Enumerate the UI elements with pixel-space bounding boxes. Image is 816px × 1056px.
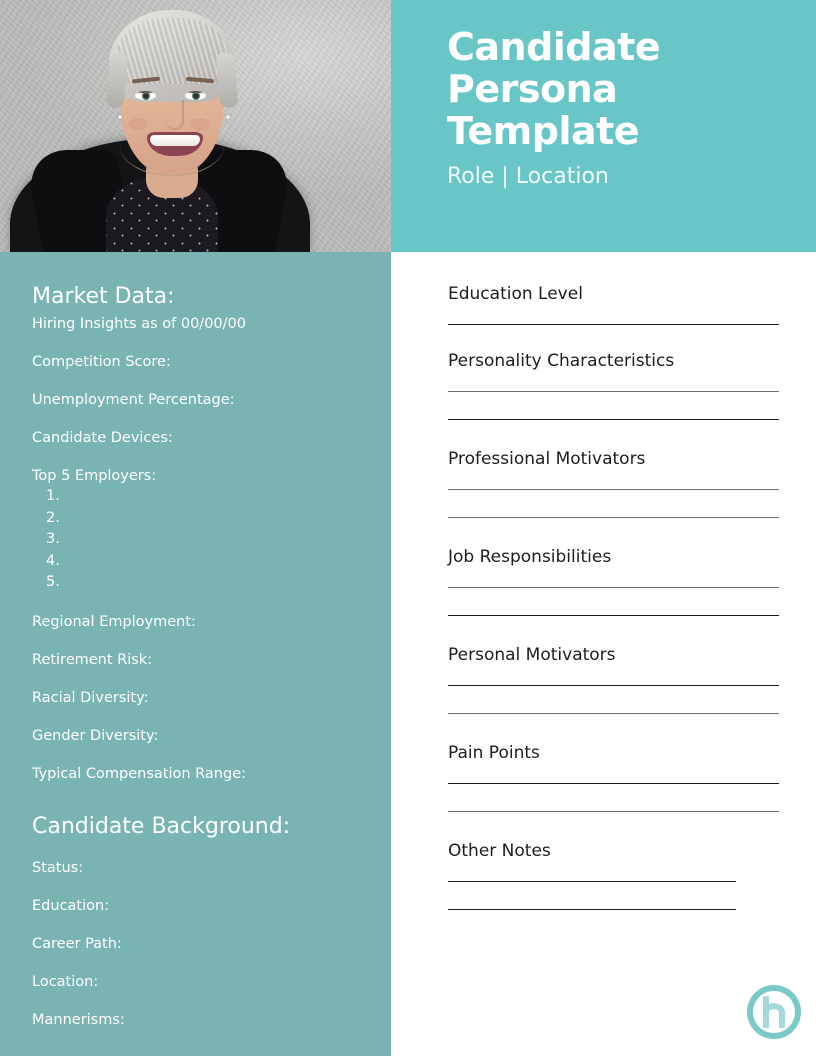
list-item: 2. <box>46 509 60 526</box>
write-in-line[interactable] <box>448 685 779 686</box>
candidate-persona-template-page: Candidate Persona Template Role | Locati… <box>0 0 816 1056</box>
cheek-right <box>190 118 210 130</box>
write-in-line[interactable] <box>448 489 779 490</box>
market-data-heading: Market Data: <box>32 284 175 309</box>
market-data-subtitle: Hiring Insights as of 00/00/00 <box>32 316 246 332</box>
write-in-line[interactable] <box>448 324 779 325</box>
write-in-line[interactable] <box>448 783 779 784</box>
candidate-background-heading: Candidate Background: <box>32 813 291 839</box>
write-in-line[interactable] <box>448 713 779 714</box>
logo-h-circle-icon <box>747 985 801 1039</box>
write-in-line[interactable] <box>448 881 736 882</box>
form-column: Education Level Personality Characterist… <box>391 252 816 1056</box>
field-label: Professional Motivators <box>448 449 646 469</box>
earring-left <box>118 115 122 119</box>
field-status: Status: <box>32 859 84 876</box>
list-item: 3. <box>46 531 60 547</box>
field-candidate-devices: Candidate Devices: <box>32 430 173 446</box>
field-label: Education Level <box>448 284 583 304</box>
field-label: Pain Points <box>448 743 540 763</box>
page-title-line-2: Persona <box>447 67 618 111</box>
write-in-line[interactable] <box>448 615 779 616</box>
field-label: Other Notes <box>448 841 551 861</box>
eye-right <box>185 91 206 100</box>
field-racial-diversity: Racial Diversity: <box>32 689 149 706</box>
write-in-line[interactable] <box>448 419 779 420</box>
field-education: Education: <box>32 897 110 914</box>
write-in-line[interactable] <box>448 517 779 518</box>
write-in-line[interactable] <box>448 909 736 910</box>
list-item: 4. <box>46 552 60 569</box>
field-mannerisms: Mannerisms: <box>32 1011 125 1028</box>
form-field-pain-points: Pain Points <box>448 741 779 812</box>
field-label: Job Responsibilities <box>448 547 612 567</box>
earring-right <box>226 115 230 119</box>
field-regional-employment: Regional Employment: <box>32 613 196 630</box>
page-title-line-1: Candidate <box>447 25 661 69</box>
nose-shape <box>166 100 184 130</box>
market-data-sidebar: Market Data: Hiring Insights as of 00/00… <box>0 252 391 1056</box>
field-typical-compensation-range: Typical Compensation Range: <box>32 765 247 782</box>
page-subtitle: Role | Location <box>447 164 609 189</box>
form-field-education-level: Education Level <box>448 282 779 325</box>
form-field-personal-motivators: Personal Motivators <box>448 643 779 714</box>
field-label: Personality Characteristics <box>448 351 675 371</box>
cheek-left <box>128 118 148 130</box>
brand-logo <box>744 982 804 1042</box>
form-field-job-responsibilities: Job Responsibilities <box>448 545 779 616</box>
write-in-line[interactable] <box>448 811 779 812</box>
field-gender-diversity: Gender Diversity: <box>32 727 159 744</box>
teeth <box>150 135 200 146</box>
form-field-other-notes: Other Notes <box>448 839 779 910</box>
field-career-path: Career Path: <box>32 935 122 952</box>
page-title-line-3: Template <box>447 109 640 153</box>
eye-left <box>135 91 156 100</box>
field-label: Personal Motivators <box>448 645 616 665</box>
page-title: Candidate Persona Template <box>447 26 786 152</box>
list-item: 5. <box>46 574 60 590</box>
list-item: 1. <box>46 488 60 504</box>
candidate-photo <box>0 0 391 252</box>
form-field-professional-motivators: Professional Motivators <box>448 447 779 518</box>
field-unemployment-percentage: Unemployment Percentage: <box>32 392 235 408</box>
write-in-line[interactable] <box>448 587 779 588</box>
field-location: Location: <box>32 973 99 990</box>
field-top-5-employers: Top 5 Employers: <box>32 468 157 484</box>
form-field-personality-characteristics: Personality Characteristics <box>448 349 779 420</box>
header-banner: Candidate Persona Template Role | Locati… <box>391 0 816 252</box>
write-in-line[interactable] <box>448 391 779 392</box>
top-employers-list: 1. 2. 3. 4. 5. <box>32 486 369 594</box>
field-retirement-risk: Retirement Risk: <box>32 651 153 668</box>
field-competition-score: Competition Score: <box>32 354 171 370</box>
